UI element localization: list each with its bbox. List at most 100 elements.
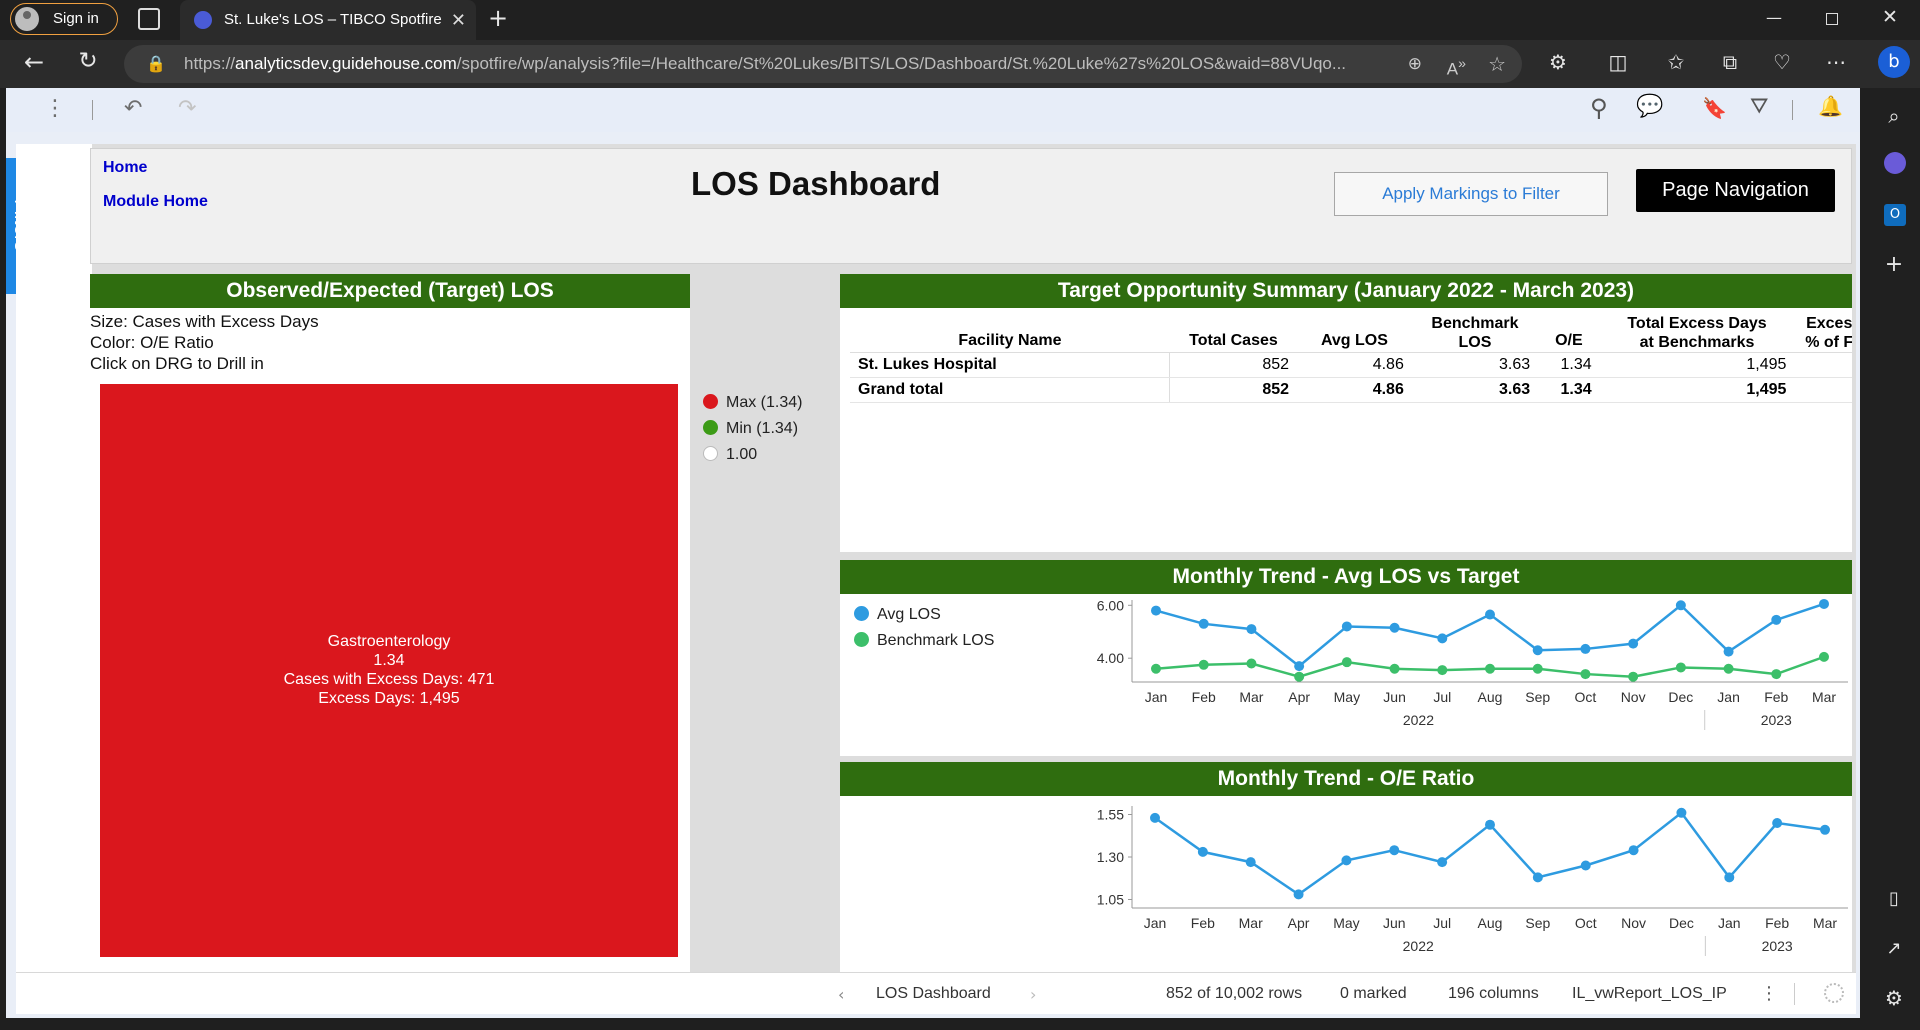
url-field[interactable]: 🔒 https://analyticsdev.guidehouse.com/sp… [124,45,1522,83]
table-cell: 1.34 [1538,377,1600,403]
sign-in-button[interactable]: Sign in [10,3,118,35]
toolbar-divider-right [1792,100,1793,120]
maximize-icon[interactable] [1826,13,1838,25]
y-tick-label: 1.30 [1097,849,1124,865]
browser-tab-active[interactable]: St. Luke's LOS – TIBCO Spotfire ✕ [180,0,476,40]
redo-icon[interactable]: ↷ [178,96,196,121]
x-tick-label: Jul [1433,689,1451,705]
oe-ratio-line-chart[interactable]: 1.05 1.30 1.55 Jan Feb Mar Apr May Jun Jul Aug Sep O… [840,762,1852,974]
status-marked: 0 marked [1340,985,1407,1002]
table-cell: 4.86 [1297,352,1412,378]
home-link[interactable]: Home [103,159,147,177]
treemap-description-size: Size: Cases with Excess Days [90,312,319,331]
bookmark-icon[interactable]: 🔖 [1702,96,1727,120]
data-point-series-1 [1198,618,1209,629]
table-row[interactable]: Grand total 852 4.86 3.63 1.34 1,495 [850,377,1852,403]
more-options-icon[interactable]: ⋯ [1824,50,1848,74]
x-tick-label: Jan [1145,689,1168,705]
col-facility-name[interactable]: Facility Name [850,314,1170,353]
oe-ratio-trend-panel: Monthly Trend - O/E Ratio 1.05 1.30 1.55 Ja… [840,762,1852,974]
table-cell: 1,495 [1599,352,1795,378]
x-tick-label: Oct [1575,915,1597,931]
add-sidebar-app-icon[interactable]: + [1882,252,1906,277]
undo-icon[interactable]: ↶ [124,96,142,121]
treemap-tile-label: Gastroenterology 1.34 Cases with Excess … [100,632,678,708]
search-icon[interactable]: ⚲ [1590,94,1608,122]
favorite-star-icon[interactable]: ☆ [1488,45,1506,83]
data-point-series-1 [1246,624,1257,635]
copilot-sidebar-icon[interactable] [1884,152,1906,174]
open-external-icon[interactable]: ↗ [1882,938,1906,959]
module-home-link[interactable]: Module Home [103,193,208,211]
spotfire-toolbar: ⋮ ↶ ↷ ⚲ 💬 🔖 ⛛ 🔔 [6,88,1860,132]
spotfire-favicon-icon [194,11,212,29]
tile-name: Gastroenterology [327,633,451,650]
data-point-series-1 [1389,845,1400,856]
page-navigation-button[interactable]: Page Navigation [1636,169,1835,212]
col-excess-percent[interactable]: Exces % of F [1794,314,1852,353]
filter-icon[interactable]: ⛛ [1750,94,1768,119]
refresh-icon[interactable]: ↻ [74,48,102,74]
data-point-series-2 [1532,663,1543,674]
data-point-series-1 [1151,605,1161,616]
col-benchmark-los[interactable]: Benchmark LOS [1411,314,1539,353]
spotfire-app: ⋮ ↶ ↷ ⚲ 💬 🔖 ⛛ 🔔 Filters Home Module Home… [6,88,1860,1018]
prev-page-icon[interactable]: ‹ [838,985,844,1004]
x-tick-label: Mar [1239,915,1263,931]
col-avg-los[interactable]: Avg LOS [1297,314,1412,353]
status-rows: 852 of 10,002 rows [1166,985,1303,1002]
notifications-bell-icon[interactable]: 🔔 [1818,94,1843,118]
col-total-excess-days[interactable]: Total Excess Days at Benchmarks [1599,314,1795,353]
status-page-name[interactable]: LOS Dashboard [876,985,991,1003]
x-tick-label: May [1334,689,1360,705]
close-window-icon[interactable]: ✕ [1880,6,1900,28]
x-tick-label: Mar [1239,689,1263,705]
tab-title: St. Luke's LOS – TIBCO Spotfire [224,11,442,28]
data-point-series-1 [1437,857,1448,868]
x-tick-label: Feb [1764,689,1788,705]
url-path: /spotfire/wp/analysis?file=/Healthcare/S… [456,54,1347,73]
col-oe[interactable]: O/E [1538,314,1600,353]
copilot-icon[interactable]: b [1878,46,1910,78]
settings-gear-icon[interactable]: ⚙ [1882,986,1906,1010]
x-tick-label: Oct [1575,689,1597,705]
next-page-icon[interactable]: › [1030,985,1036,1004]
data-point-series-2 [1437,665,1448,676]
data-point-series-1 [1820,824,1830,835]
read-aloud-icon[interactable]: A» [1447,45,1466,83]
comments-icon[interactable]: 💬 [1636,94,1663,119]
col-total-cases[interactable]: Total Cases [1169,314,1298,353]
back-icon[interactable]: ← [20,48,48,76]
zoom-icon[interactable]: ⊕ [1408,45,1422,83]
outlook-icon[interactable]: O [1884,204,1906,226]
menu-kebab-icon[interactable]: ⋮ [44,96,66,121]
y-tick-label: 1.05 [1097,892,1124,908]
table-cell: 1,495 [1599,377,1795,403]
minimize-icon[interactable]: — [1764,8,1784,27]
treemap-tile-gastroenterology[interactable]: Gastroenterology 1.34 Cases with Excess … [100,384,678,957]
extensions-icon[interactable]: ⚙ [1546,50,1570,74]
tab-actions-icon[interactable] [138,8,160,30]
legend-label-max: Max (1.34) [726,394,803,411]
collections-icon[interactable]: ⧉ [1718,50,1742,74]
search-sidebar-icon[interactable]: ⌕ [1882,104,1906,128]
apply-markings-button[interactable]: Apply Markings to Filter [1334,172,1608,216]
data-point-series-2 [1389,663,1400,674]
data-point-series-1 [1771,614,1782,625]
close-tab-icon[interactable]: ✕ [451,0,466,40]
status-data-table[interactable]: IL_vwReport_LOS_IP [1572,985,1727,1003]
avg-los-line-chart[interactable]: 4.00 6.00 Jan Feb Mar Apr May Jun Jul Aug Sep Oct No… [840,560,1852,756]
status-more-icon[interactable]: ⋮ [1760,983,1778,1004]
x-tick-label: Dec [1668,689,1693,705]
data-point-series-1 [1197,846,1208,857]
performance-icon[interactable]: ♡ [1770,50,1794,74]
favorites-icon[interactable]: ✩ [1664,50,1688,74]
split-screen-icon[interactable]: ◫ [1606,50,1630,74]
table-row[interactable]: St. Lukes Hospital 852 4.86 3.63 1.34 1,495 [850,352,1852,378]
data-point-series-2 [1771,669,1782,680]
x-tick-label: Jan [1144,915,1167,931]
x-group-label: 2023 [1761,712,1792,728]
data-point-series-1 [1772,818,1783,828]
new-tab-icon[interactable]: + [486,4,510,32]
sidebar-layout-icon[interactable]: ▯ [1882,888,1906,909]
